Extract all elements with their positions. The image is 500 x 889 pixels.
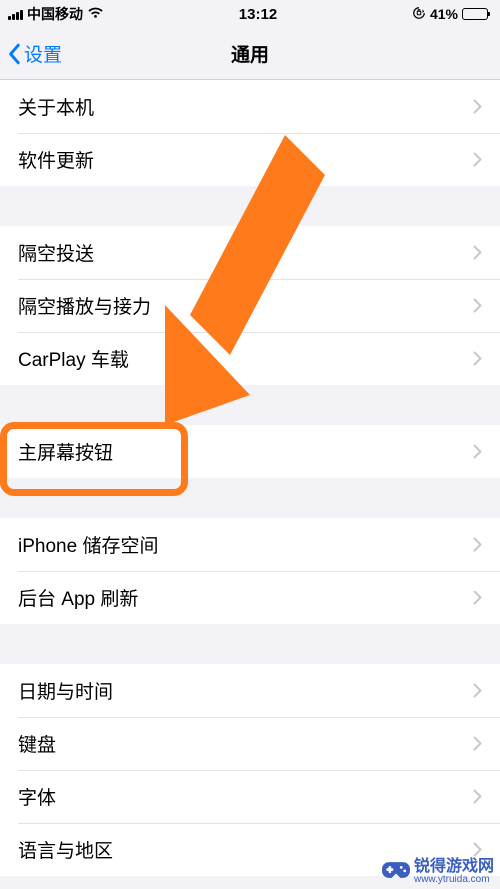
chevron-right-icon bbox=[473, 683, 482, 698]
row-label: 软件更新 bbox=[18, 146, 94, 173]
group-separator bbox=[0, 624, 500, 664]
settings-group-5: 日期与时间 键盘 字体 语言与地区 bbox=[0, 664, 500, 876]
carrier-label: 中国移动 bbox=[27, 4, 83, 24]
wifi-icon bbox=[87, 6, 104, 22]
row-date-time[interactable]: 日期与时间 bbox=[0, 664, 500, 717]
row-keyboard[interactable]: 键盘 bbox=[0, 717, 500, 770]
group-separator bbox=[0, 385, 500, 425]
chevron-right-icon bbox=[473, 99, 482, 114]
row-software-update[interactable]: 软件更新 bbox=[0, 133, 500, 186]
settings-group-4: iPhone 储存空间 后台 App 刷新 bbox=[0, 518, 500, 624]
status-right: 41% bbox=[412, 6, 488, 23]
gamepad-icon bbox=[382, 860, 410, 885]
row-carplay[interactable]: CarPlay 车载 bbox=[0, 332, 500, 385]
row-home-button[interactable]: 主屏幕按钮 bbox=[0, 425, 500, 478]
row-label: 隔空播放与接力 bbox=[18, 292, 151, 319]
chevron-right-icon bbox=[473, 152, 482, 167]
status-bar: 中国移动 13:12 41% bbox=[0, 0, 500, 28]
row-airplay-handoff[interactable]: 隔空播放与接力 bbox=[0, 279, 500, 332]
row-fonts[interactable]: 字体 bbox=[0, 770, 500, 823]
chevron-right-icon bbox=[473, 245, 482, 260]
chevron-right-icon bbox=[473, 444, 482, 459]
chevron-right-icon bbox=[473, 842, 482, 857]
group-separator bbox=[0, 186, 500, 226]
battery-icon bbox=[462, 8, 488, 20]
chevron-right-icon bbox=[473, 351, 482, 366]
back-label: 设置 bbox=[24, 40, 62, 67]
settings-group-2: 隔空投送 隔空播放与接力 CarPlay 车载 bbox=[0, 226, 500, 385]
row-label: 语言与地区 bbox=[18, 836, 113, 863]
row-label: 隔空投送 bbox=[18, 239, 94, 266]
row-airdrop[interactable]: 隔空投送 bbox=[0, 226, 500, 279]
row-label: 日期与时间 bbox=[18, 677, 113, 704]
back-button[interactable]: 设置 bbox=[0, 40, 62, 67]
chevron-right-icon bbox=[473, 789, 482, 804]
watermark: 锐得游戏网 www.ytruida.com bbox=[382, 859, 494, 885]
group-separator bbox=[0, 478, 500, 518]
settings-group-3: 主屏幕按钮 bbox=[0, 425, 500, 478]
battery-percent: 41% bbox=[430, 6, 458, 22]
row-label: CarPlay 车载 bbox=[18, 345, 129, 372]
chevron-right-icon bbox=[473, 298, 482, 313]
chevron-left-icon bbox=[8, 43, 22, 65]
rotation-lock-icon bbox=[412, 6, 426, 23]
chevron-right-icon bbox=[473, 736, 482, 751]
row-iphone-storage[interactable]: iPhone 储存空间 bbox=[0, 518, 500, 571]
watermark-url: www.ytruida.com bbox=[414, 875, 494, 885]
row-label: iPhone 储存空间 bbox=[18, 531, 158, 558]
chevron-right-icon bbox=[473, 537, 482, 552]
row-label: 后台 App 刷新 bbox=[18, 584, 138, 611]
page-title: 通用 bbox=[231, 40, 269, 67]
settings-group-1: 关于本机 软件更新 bbox=[0, 80, 500, 186]
status-time: 13:12 bbox=[239, 6, 277, 23]
cellular-signal-icon bbox=[8, 8, 23, 20]
row-label: 关于本机 bbox=[18, 93, 94, 120]
row-label: 键盘 bbox=[18, 730, 56, 757]
watermark-text: 锐得游戏网 bbox=[414, 858, 494, 875]
navigation-bar: 设置 通用 bbox=[0, 28, 500, 80]
row-about[interactable]: 关于本机 bbox=[0, 80, 500, 133]
chevron-right-icon bbox=[473, 590, 482, 605]
row-background-app-refresh[interactable]: 后台 App 刷新 bbox=[0, 571, 500, 624]
row-label: 字体 bbox=[18, 783, 56, 810]
row-label: 主屏幕按钮 bbox=[18, 438, 113, 465]
status-left: 中国移动 bbox=[8, 4, 104, 24]
